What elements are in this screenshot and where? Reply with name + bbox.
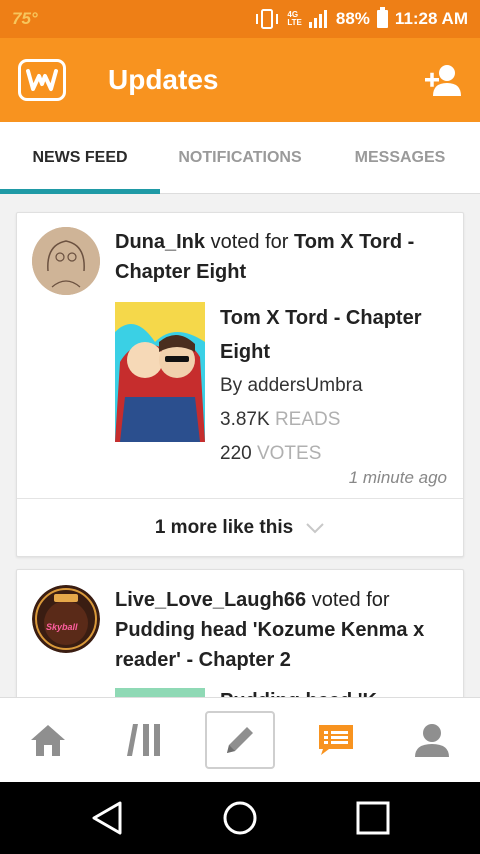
- story-cover[interactable]: [115, 688, 205, 697]
- circle-home-icon: [223, 801, 257, 835]
- activity-action: voted for: [306, 589, 390, 611]
- feed-card: Skyball Live_Love_Laugh66 voted for Pudd…: [16, 569, 464, 697]
- story-details: Pudding head 'K...: [220, 684, 449, 697]
- square-recents-icon: [356, 801, 390, 835]
- tab-bar: NEWS FEED NOTIFICATIONS MESSAGES: [0, 122, 480, 194]
- news-feed: Duna_Ink voted for Tom X Tord - Chapter …: [0, 194, 480, 697]
- user-avatar[interactable]: [32, 227, 100, 295]
- reads-label: READS: [274, 409, 341, 430]
- user-avatar[interactable]: Skyball: [32, 585, 100, 653]
- back-icon: [92, 801, 122, 835]
- wattpad-logo-icon[interactable]: [18, 59, 66, 101]
- nav-home-button[interactable]: [13, 711, 83, 769]
- network-type: 4G LTE: [287, 11, 302, 27]
- story-cover[interactable]: [115, 302, 205, 442]
- nav-profile-button[interactable]: [397, 711, 467, 769]
- add-user-icon: [425, 65, 461, 96]
- home-system-button[interactable]: [210, 788, 270, 848]
- battery-percent: 88%: [335, 9, 370, 28]
- activity-user[interactable]: Duna_Ink: [115, 231, 205, 253]
- tab-messages[interactable]: MESSAGES: [320, 122, 480, 194]
- story-details: Tom X Tord - Chapter Eight By addersUmbr…: [220, 301, 449, 471]
- activity-user[interactable]: Live_Love_Laugh66: [115, 589, 306, 611]
- story-votes: 220 VOTES: [220, 437, 449, 471]
- pencil-icon: [227, 727, 253, 753]
- nav-library-button[interactable]: [109, 711, 179, 769]
- add-user-button[interactable]: [418, 60, 466, 100]
- timestamp: 1 minute ago: [348, 468, 447, 487]
- activity-target[interactable]: Pudding head 'Kozume Kenma x reader' - C…: [115, 619, 424, 671]
- activity-text: Live_Love_Laugh66 voted for Pudding head…: [115, 585, 443, 675]
- bottom-navigation: [0, 697, 480, 782]
- app-header: Updates: [0, 38, 480, 122]
- reads-count: 3.87K: [220, 409, 270, 430]
- library-icon: [127, 724, 160, 756]
- home-icon: [31, 725, 65, 756]
- tab-news-feed[interactable]: NEWS FEED: [0, 122, 160, 194]
- battery-icon: [376, 7, 388, 28]
- profile-icon: [415, 724, 449, 757]
- updates-icon: [319, 725, 353, 755]
- temperature-indicator: 75°: [12, 9, 38, 28]
- more-like-this-button[interactable]: 1 more like this: [17, 498, 463, 556]
- page-title: Updates: [108, 64, 219, 95]
- recents-button[interactable]: [343, 788, 403, 848]
- back-button[interactable]: [77, 788, 137, 848]
- signal-icon: [308, 10, 327, 28]
- chevron-down-icon: [306, 522, 324, 533]
- network-type-bottom: LTE: [287, 18, 302, 27]
- story-author[interactable]: By addersUmbra: [220, 369, 449, 403]
- story-title[interactable]: Tom X Tord - Chapter Eight: [220, 301, 449, 369]
- clock: 11:28 AM: [394, 9, 468, 28]
- votes-label: VOTES: [256, 443, 322, 464]
- vibrate-icon: [256, 9, 279, 29]
- tab-notifications[interactable]: NOTIFICATIONS: [160, 122, 320, 194]
- status-icons: 4G LTE 88% 11:28 AM: [254, 7, 468, 29]
- feed-card: Duna_Ink voted for Tom X Tord - Chapter …: [16, 212, 464, 557]
- story-reads: 3.87K READS: [220, 403, 449, 437]
- story-title[interactable]: Pudding head 'K...: [220, 684, 449, 697]
- more-like-this-label: 1 more like this: [154, 516, 294, 538]
- nav-updates-button[interactable]: [301, 711, 371, 769]
- nav-write-button[interactable]: [205, 711, 275, 769]
- status-bar: 75° 4G LTE 88% 11:28 AM: [0, 0, 480, 38]
- avatar-text: Skyball: [46, 622, 78, 632]
- votes-count: 220: [220, 443, 252, 464]
- activity-text: Duna_Ink voted for Tom X Tord - Chapter …: [115, 227, 443, 287]
- activity-action: voted for: [205, 231, 294, 253]
- system-navigation-bar: [0, 782, 480, 854]
